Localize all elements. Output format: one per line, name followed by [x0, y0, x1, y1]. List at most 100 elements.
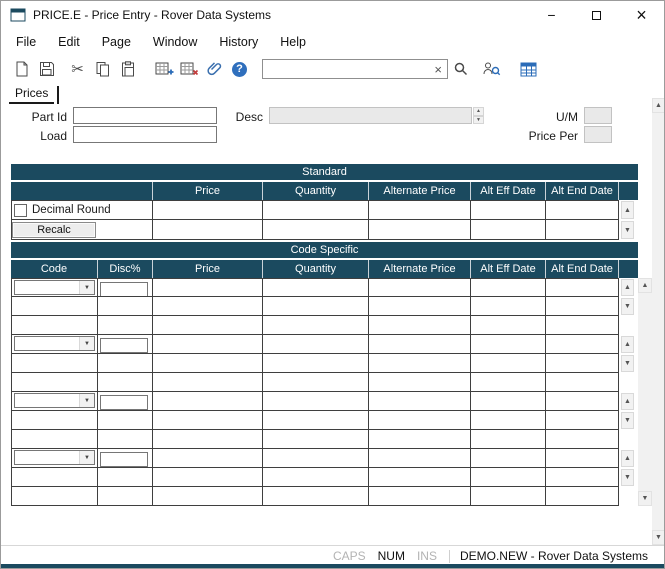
alt-eff-date-cell[interactable] [471, 220, 546, 240]
browse-table-button[interactable] [516, 57, 541, 81]
disc-percent-cell[interactable] [98, 430, 153, 449]
desc-scroll-down-icon[interactable]: ▼ [473, 116, 484, 125]
alternate-price-cell[interactable] [369, 354, 471, 373]
disc-percent-input[interactable] [100, 452, 148, 467]
close-icon[interactable]: × [619, 1, 664, 29]
price-cell[interactable] [153, 373, 263, 392]
scroll-up-icon[interactable]: ▲ [621, 393, 634, 410]
code-select[interactable]: ▼ [14, 450, 95, 465]
code-cell[interactable] [11, 373, 98, 392]
decimal-round-checkbox[interactable] [14, 204, 27, 217]
scroll-up-icon[interactable]: ▲ [621, 336, 634, 353]
search-button[interactable] [448, 57, 473, 81]
scroll-down-icon[interactable]: ▼ [621, 469, 634, 486]
alternate-price-cell[interactable] [369, 487, 471, 506]
alt-end-date-cell[interactable] [546, 373, 619, 392]
person-lookup-button[interactable] [479, 57, 504, 81]
alt-eff-date-cell[interactable] [471, 430, 546, 449]
code-cell[interactable] [11, 297, 98, 316]
quantity-cell[interactable] [263, 392, 369, 411]
quantity-cell[interactable] [263, 354, 369, 373]
alt-end-date-cell[interactable] [546, 354, 619, 373]
disc-percent-cell[interactable] [98, 297, 153, 316]
quantity-cell[interactable] [263, 220, 369, 240]
price-cell[interactable] [153, 430, 263, 449]
alternate-price-cell[interactable] [369, 468, 471, 487]
code-cell[interactable]: ▼ [11, 449, 98, 468]
alternate-price-cell[interactable] [369, 278, 471, 297]
alternate-price-cell[interactable] [369, 449, 471, 468]
menu-edit[interactable]: Edit [47, 31, 91, 53]
load-input[interactable] [73, 126, 217, 143]
price-cell[interactable] [153, 316, 263, 335]
alt-eff-date-cell[interactable] [471, 278, 546, 297]
price-cell[interactable] [153, 335, 263, 354]
alt-eff-date-cell[interactable] [471, 297, 546, 316]
disc-percent-cell[interactable] [98, 316, 153, 335]
alternate-price-cell[interactable] [369, 200, 471, 220]
menu-page[interactable]: Page [91, 31, 142, 53]
alternate-price-cell[interactable] [369, 335, 471, 354]
price-cell[interactable] [153, 392, 263, 411]
new-document-button[interactable] [9, 57, 34, 81]
price-cell[interactable] [153, 468, 263, 487]
alt-eff-date-cell[interactable] [471, 335, 546, 354]
alternate-price-cell[interactable] [369, 411, 471, 430]
chevron-down-icon[interactable]: ▼ [79, 337, 94, 350]
disc-percent-cell[interactable] [98, 468, 153, 487]
menu-window[interactable]: Window [142, 31, 208, 53]
code-select[interactable]: ▼ [14, 393, 95, 408]
search-input[interactable] [263, 62, 429, 76]
menu-file[interactable]: File [5, 31, 47, 53]
alt-eff-date-cell[interactable] [471, 449, 546, 468]
disc-percent-cell[interactable] [98, 411, 153, 430]
alternate-price-cell[interactable] [369, 373, 471, 392]
copy-button[interactable] [90, 57, 115, 81]
desc-scroll-up-icon[interactable]: ▲ [473, 107, 484, 116]
alternate-price-cell[interactable] [369, 297, 471, 316]
quantity-cell[interactable] [263, 449, 369, 468]
menu-help[interactable]: Help [269, 31, 317, 53]
chevron-down-icon[interactable]: ▼ [79, 281, 94, 294]
code-cell[interactable] [11, 430, 98, 449]
insert-record-button[interactable] [152, 57, 177, 81]
alt-eff-date-cell[interactable] [471, 200, 546, 220]
scroll-down-icon[interactable]: ▼ [621, 412, 634, 429]
disc-percent-input[interactable] [100, 282, 148, 297]
minimize-icon[interactable]: − [529, 1, 574, 29]
scroll-up-icon[interactable]: ▲ [621, 279, 634, 296]
alt-end-date-cell[interactable] [546, 316, 619, 335]
alt-end-date-cell[interactable] [546, 487, 619, 506]
scroll-up-icon[interactable]: ▲ [652, 98, 665, 113]
price-cell[interactable] [153, 220, 263, 240]
alt-eff-date-cell[interactable] [471, 354, 546, 373]
alt-eff-date-cell[interactable] [471, 468, 546, 487]
price-cell[interactable] [153, 487, 263, 506]
quantity-cell[interactable] [263, 411, 369, 430]
alternate-price-cell[interactable] [369, 392, 471, 411]
alternate-price-cell[interactable] [369, 316, 471, 335]
alt-eff-date-cell[interactable] [471, 487, 546, 506]
scroll-up-icon[interactable]: ▲ [638, 278, 652, 293]
code-cell[interactable] [11, 354, 98, 373]
price-cell[interactable] [153, 200, 263, 220]
menu-history[interactable]: History [208, 31, 269, 53]
chevron-down-icon[interactable]: ▼ [79, 451, 94, 464]
disc-percent-cell[interactable] [98, 487, 153, 506]
quantity-cell[interactable] [263, 468, 369, 487]
price-cell[interactable] [153, 354, 263, 373]
quantity-cell[interactable] [263, 278, 369, 297]
quantity-cell[interactable] [263, 487, 369, 506]
alt-end-date-cell[interactable] [546, 335, 619, 354]
disc-percent-cell[interactable] [98, 449, 153, 468]
alt-end-date-cell[interactable] [546, 392, 619, 411]
scroll-down-icon[interactable]: ▼ [621, 221, 634, 239]
alt-eff-date-cell[interactable] [471, 392, 546, 411]
disc-percent-cell[interactable] [98, 392, 153, 411]
alt-eff-date-cell[interactable] [471, 411, 546, 430]
disc-percent-input[interactable] [100, 395, 148, 410]
part-id-input[interactable] [73, 107, 217, 124]
quantity-cell[interactable] [263, 335, 369, 354]
code-cell[interactable]: ▼ [11, 335, 98, 354]
code-cell[interactable]: ▼ [11, 278, 98, 297]
